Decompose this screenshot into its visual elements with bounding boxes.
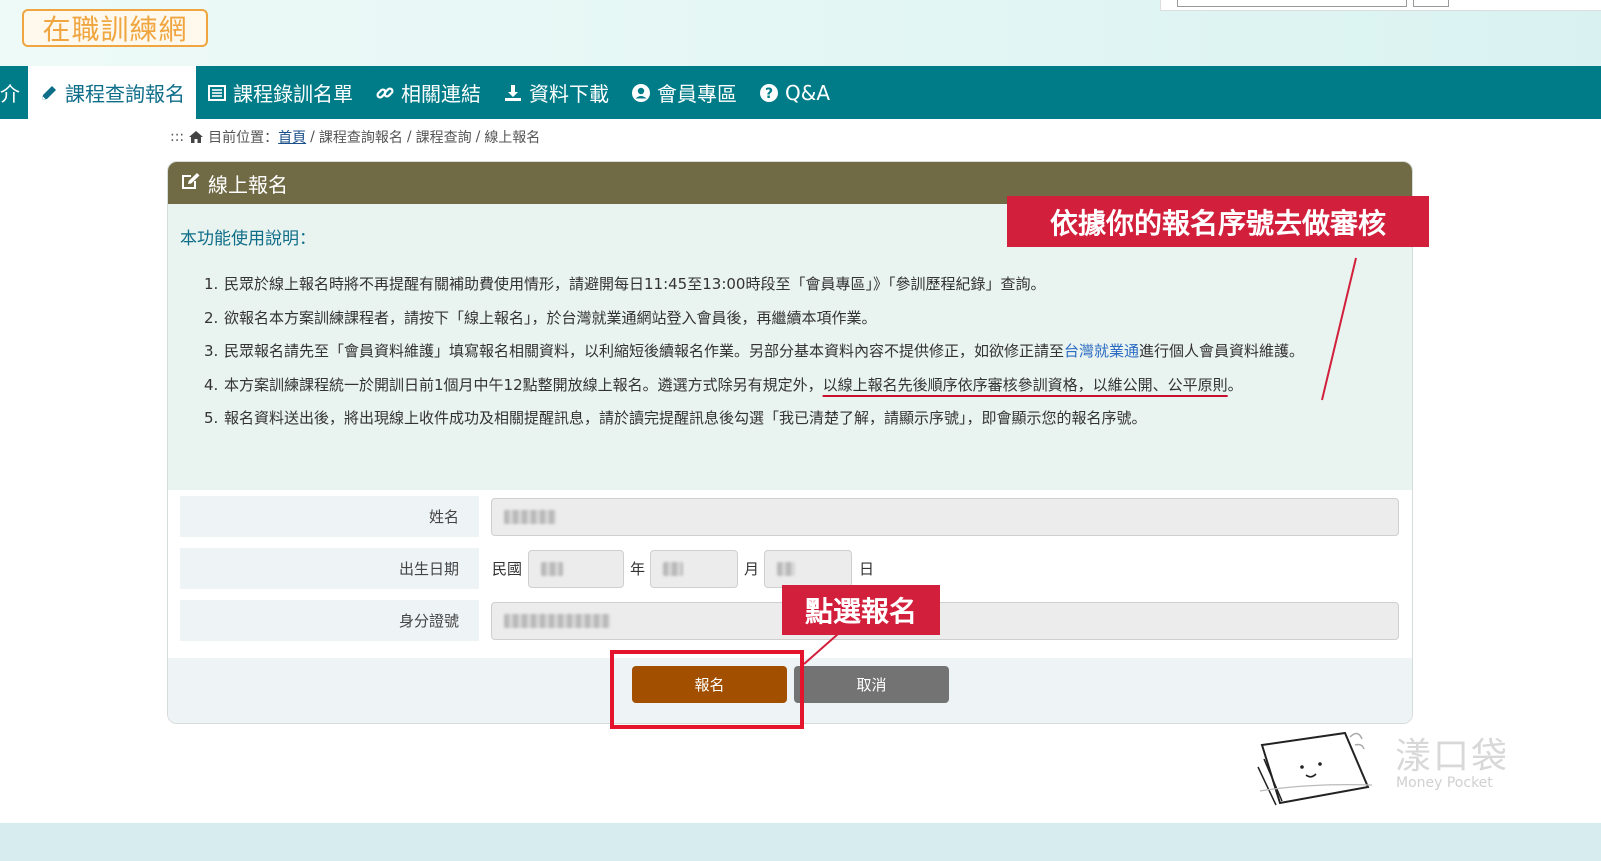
watermark-title: 漾口袋	[1395, 736, 1510, 777]
watermark: 漾口袋 Money Pocket	[1250, 725, 1550, 820]
review-note-callout: 依據你的報名序號去做審核	[1007, 196, 1429, 247]
watermark-subtitle: Money Pocket	[1396, 775, 1493, 791]
register-highlight-box	[610, 650, 804, 729]
click-note-callout: 點選報名	[782, 585, 940, 635]
footer-strip	[0, 823, 1601, 861]
